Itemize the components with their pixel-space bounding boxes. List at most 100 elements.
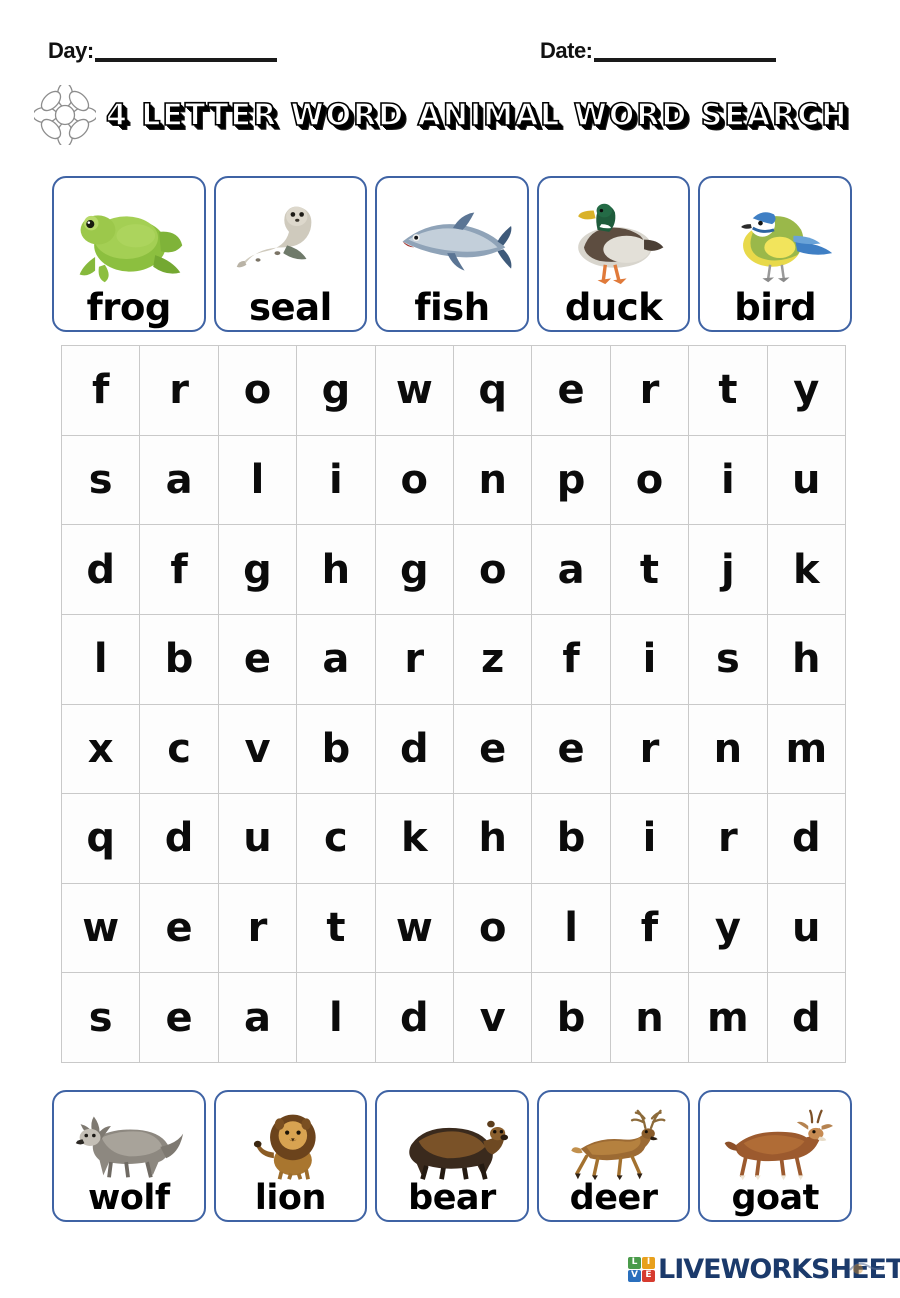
word-card-frog[interactable]: frog [52,176,206,332]
grid-cell[interactable]: l [218,435,298,526]
grid-cell[interactable]: q [454,346,533,436]
grid-cell[interactable]: r [610,346,690,436]
word-card-fish[interactable]: fish [375,176,529,332]
grid-cell[interactable]: b [140,614,219,705]
grid-cell[interactable]: l [297,973,376,1063]
grid-cell[interactable]: n [454,435,533,526]
grid-cell[interactable]: a [532,525,611,615]
grid-cell[interactable]: v [454,973,533,1063]
word-card-deer[interactable]: deer [536,1090,691,1222]
grid-cell[interactable]: y [767,346,846,436]
header-meta-row: Day: Date: [0,40,900,78]
grid-cell[interactable]: r [610,704,690,795]
liveworksheets-logo[interactable]: LIVE LIVEWORKSHEETS [628,1252,900,1286]
grid-cell[interactable]: i [610,794,690,884]
grid-cell[interactable]: e [140,883,219,974]
grid-cell[interactable]: s [62,973,141,1063]
grid-cell[interactable]: x [62,704,141,795]
word-card-duck[interactable]: duck [536,176,691,332]
grid-cell[interactable]: r [375,614,454,705]
grid-cell[interactable]: c [297,794,376,884]
grid-cell[interactable]: d [62,525,141,615]
grid-cell[interactable]: m [689,973,768,1063]
grid-cell[interactable]: f [610,883,690,974]
grid-cell[interactable]: o [454,883,533,974]
grid-cell[interactable]: u [767,883,846,974]
grid-cell[interactable]: r [140,346,219,436]
grid-cell[interactable]: p [532,435,611,526]
grid-cell[interactable]: e [532,346,611,436]
grid-cell[interactable]: g [218,525,298,615]
date-write-line[interactable] [593,58,776,62]
grid-cell[interactable]: l [532,883,611,974]
word-label-bear: bear [408,1178,496,1218]
grid-cell[interactable]: s [689,614,768,705]
grid-cell[interactable]: e [454,704,533,795]
grid-cell[interactable]: o [610,435,690,526]
grid-cell[interactable]: f [62,346,141,436]
grid-cell[interactable]: y [689,883,768,974]
grid-cell[interactable]: u [767,435,846,526]
word-card-bear[interactable]: bear [375,1090,529,1222]
grid-cell[interactable]: b [532,794,611,884]
logo-tile-v: V [628,1269,641,1282]
grid-cell[interactable]: i [689,435,768,526]
grid-cell[interactable]: a [218,973,298,1063]
grid-cell[interactable]: o [454,525,533,615]
grid-cell[interactable]: o [218,346,298,436]
word-card-lion[interactable]: lion [213,1090,368,1222]
grid-cell[interactable]: a [297,614,376,705]
grid-cell[interactable]: d [375,973,454,1063]
grid-cell[interactable]: u [218,794,298,884]
grid-cell[interactable]: g [375,525,454,615]
grid-cell[interactable]: l [62,614,141,705]
word-label-wolf: wolf [87,1178,170,1218]
grid-cell[interactable]: h [767,614,846,705]
grid-cell[interactable]: e [218,614,298,705]
word-label-bird: bird [734,286,817,329]
grid-cell[interactable]: s [62,435,141,526]
grid-cell[interactable]: j [689,525,768,615]
grid-cell[interactable]: o [375,435,454,526]
grid-cell[interactable]: t [297,883,376,974]
grid-cell[interactable]: d [140,794,219,884]
grid-cell[interactable]: a [140,435,219,526]
grid-cell[interactable]: q [62,794,141,884]
grid-cell[interactable]: w [375,346,454,436]
grid-cell[interactable]: h [454,794,533,884]
grid-cell[interactable]: r [218,883,298,974]
flower-icon [32,82,98,148]
word-card-wolf[interactable]: wolf [52,1090,206,1222]
grid-cell[interactable]: t [610,525,690,615]
grid-cell[interactable]: n [610,973,690,1063]
grid-cell[interactable]: b [297,704,376,795]
grid-cell[interactable]: d [767,973,846,1063]
grid-cell[interactable]: d [767,794,846,884]
grid-cell[interactable]: g [297,346,376,436]
grid-cell[interactable]: k [375,794,454,884]
word-search-grid[interactable]: frogwqertysalionpoiudfghgoatjklbearzfish… [61,345,846,1063]
word-card-seal[interactable]: seal [213,176,368,332]
grid-cell[interactable]: m [767,704,846,795]
grid-cell[interactable]: i [610,614,690,705]
grid-cell[interactable]: f [140,525,219,615]
day-write-line[interactable] [94,58,277,62]
grid-cell[interactable]: h [297,525,376,615]
grid-cell[interactable]: c [140,704,219,795]
grid-cell[interactable]: e [140,973,219,1063]
grid-cell[interactable]: f [532,614,611,705]
grid-cell[interactable]: n [689,704,768,795]
grid-cell[interactable]: w [62,883,141,974]
grid-cell[interactable]: k [767,525,846,615]
grid-cell[interactable]: d [375,704,454,795]
grid-cell[interactable]: w [375,883,454,974]
grid-cell[interactable]: v [218,704,298,795]
grid-cell[interactable]: r [689,794,768,884]
word-card-goat[interactable]: goat [698,1090,852,1222]
grid-cell[interactable]: z [454,614,533,705]
word-card-bird[interactable]: bird [698,176,852,332]
grid-cell[interactable]: i [297,435,376,526]
grid-cell[interactable]: b [532,973,611,1063]
grid-cell[interactable]: t [689,346,768,436]
grid-cell[interactable]: e [532,704,611,795]
